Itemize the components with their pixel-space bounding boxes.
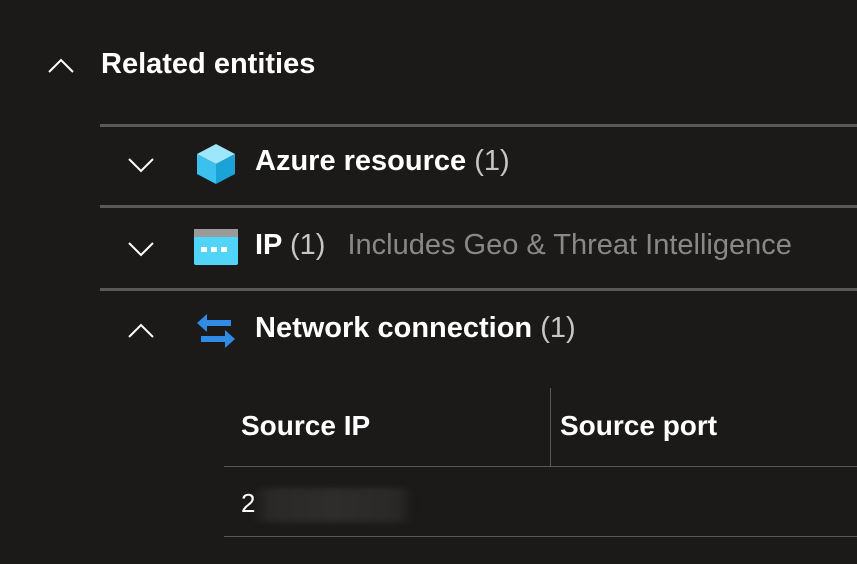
expand-chevron-down-icon[interactable] <box>128 241 154 257</box>
entity-count: (1) <box>540 312 576 344</box>
table-row[interactable]: 2 <box>241 488 414 523</box>
row-divider <box>224 536 857 537</box>
redacted-ip-blur <box>253 488 414 523</box>
collapse-chevron-up-icon[interactable] <box>128 323 154 339</box>
section-title[interactable]: Related entities <box>101 48 315 81</box>
collapse-chevron-up-icon[interactable] <box>48 58 74 74</box>
entity-row-ip[interactable]: IP (1) Includes Geo & Threat Intelligenc… <box>255 229 792 262</box>
network-connection-table: Source IP Source port 2 <box>224 388 857 538</box>
azure-cube-icon <box>196 143 236 190</box>
network-arrows-icon <box>195 312 237 355</box>
column-separator[interactable] <box>550 388 551 466</box>
divider <box>100 124 857 127</box>
entity-name: Azure resource <box>255 145 467 177</box>
entity-row-azure-resource[interactable]: Azure resource (1) <box>255 145 510 178</box>
header-divider <box>224 466 857 467</box>
column-header-source-ip[interactable]: Source IP <box>241 410 370 442</box>
entity-name: IP <box>255 229 282 261</box>
entity-count: (1) <box>474 145 510 177</box>
divider <box>100 288 857 291</box>
divider <box>100 205 857 208</box>
entity-count: (1) <box>289 229 326 261</box>
entity-row-network-connection[interactable]: Network connection (1) <box>255 312 576 345</box>
ip-window-icon <box>194 229 238 270</box>
entity-name: Network connection <box>255 312 533 344</box>
entity-subtitle: Includes Geo & Threat Intelligence <box>347 229 792 261</box>
expand-chevron-down-icon[interactable] <box>128 157 154 173</box>
column-header-source-port[interactable]: Source port <box>560 410 717 442</box>
